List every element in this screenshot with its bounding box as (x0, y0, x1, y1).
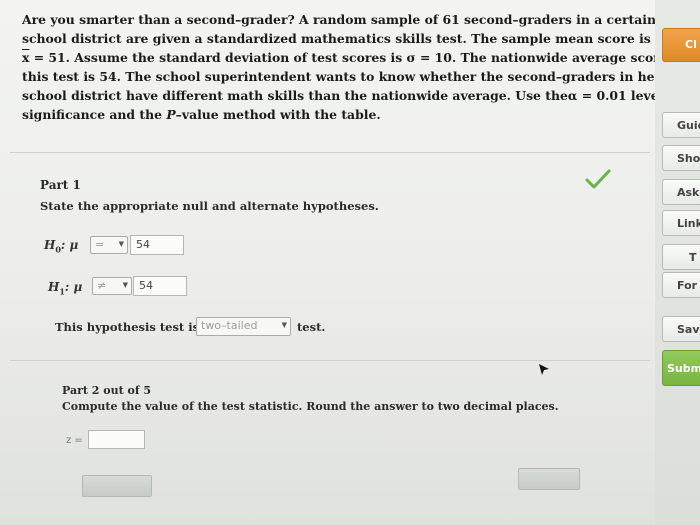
question-panel: Are you smarter than a second–grader? A … (0, 0, 689, 525)
h0-mu: : μ (60, 238, 79, 252)
h1-mu: : μ (64, 280, 83, 294)
test-type-value: two–tailed (201, 319, 258, 332)
divider (10, 152, 650, 153)
part1-instruction: State the appropriate null and alternate… (40, 199, 379, 213)
test-type-select[interactable]: two–tailed ▼ (196, 317, 291, 336)
chevron-down-icon: ▼ (122, 281, 128, 289)
h0-operator-select[interactable]: = ▼ (90, 236, 128, 254)
sidebar-button-for[interactable]: For (662, 272, 700, 298)
p-symbol: P (166, 107, 176, 122)
chevron-down-icon: ▼ (118, 240, 124, 248)
test-type-prefix: This hypothesis test is a (55, 320, 211, 334)
h1-operator-value: ≠ (97, 279, 107, 292)
problem-statement: Are you smarter than a second–grader? A … (22, 10, 689, 124)
h0-value-input[interactable]: 54 (130, 235, 184, 255)
cursor-icon (539, 364, 549, 375)
problem-line-5-text: school district have different math skil… (22, 88, 568, 103)
check-answer-button[interactable] (82, 475, 152, 497)
sidebar-button-t[interactable]: T (662, 244, 700, 270)
sidebar-button-ask[interactable]: Ask M (662, 179, 700, 205)
part2-title: Part 2 out of 5 (62, 384, 152, 397)
problem-line-2: school district are given a standardized… (22, 31, 651, 46)
alpha-symbol: α (567, 88, 578, 103)
chevron-down-icon: ▼ (281, 321, 287, 329)
problem-line-6-start: significance and the (22, 107, 167, 122)
part1-title: Part 1 (40, 178, 81, 192)
problem-line-3-text: = 51. Assume the standard deviation of t… (33, 50, 690, 65)
h1-letter: H (48, 280, 60, 294)
problem-line-6-end: –value method with the table. (175, 107, 381, 122)
next-button[interactable] (518, 468, 580, 490)
h1-value-input[interactable]: 54 (133, 276, 187, 296)
problem-line-6: significance and the P–value method with… (22, 105, 647, 124)
h0-letter: H (44, 238, 56, 252)
problem-line-5: school district have different math skil… (22, 86, 681, 105)
h1-label: H1: μ (48, 280, 82, 296)
problem-line-3: x = 51. Assume the standard deviation of… (22, 48, 689, 67)
h0-label: H0: μ (44, 238, 78, 254)
sidebar-button-link[interactable]: Link t (662, 210, 700, 236)
problem-line-4: this test is 54. The school superintende… (22, 69, 662, 84)
sidebar-button-show[interactable]: Sho (662, 145, 700, 171)
h0-operator-value: = (95, 238, 105, 251)
z-input[interactable] (88, 430, 145, 449)
z-label: z = (66, 435, 83, 446)
problem-line-1: Are you smarter than a second–grader? A … (22, 12, 656, 27)
sidebar-button-orange[interactable]: Cl (662, 28, 700, 62)
xbar-symbol: x (22, 50, 30, 65)
divider (10, 360, 650, 361)
check-icon (585, 169, 611, 189)
part2-instruction: Compute the value of the test statistic.… (62, 400, 559, 413)
h1-operator-select[interactable]: ≠ ▼ (92, 277, 132, 295)
sidebar-button-submit[interactable]: Submit As (662, 350, 700, 386)
sidebar-button-save[interactable]: Save f (662, 316, 700, 342)
sidebar-button-guide[interactable]: Guid (662, 112, 700, 138)
test-type-suffix: test. (297, 320, 326, 334)
